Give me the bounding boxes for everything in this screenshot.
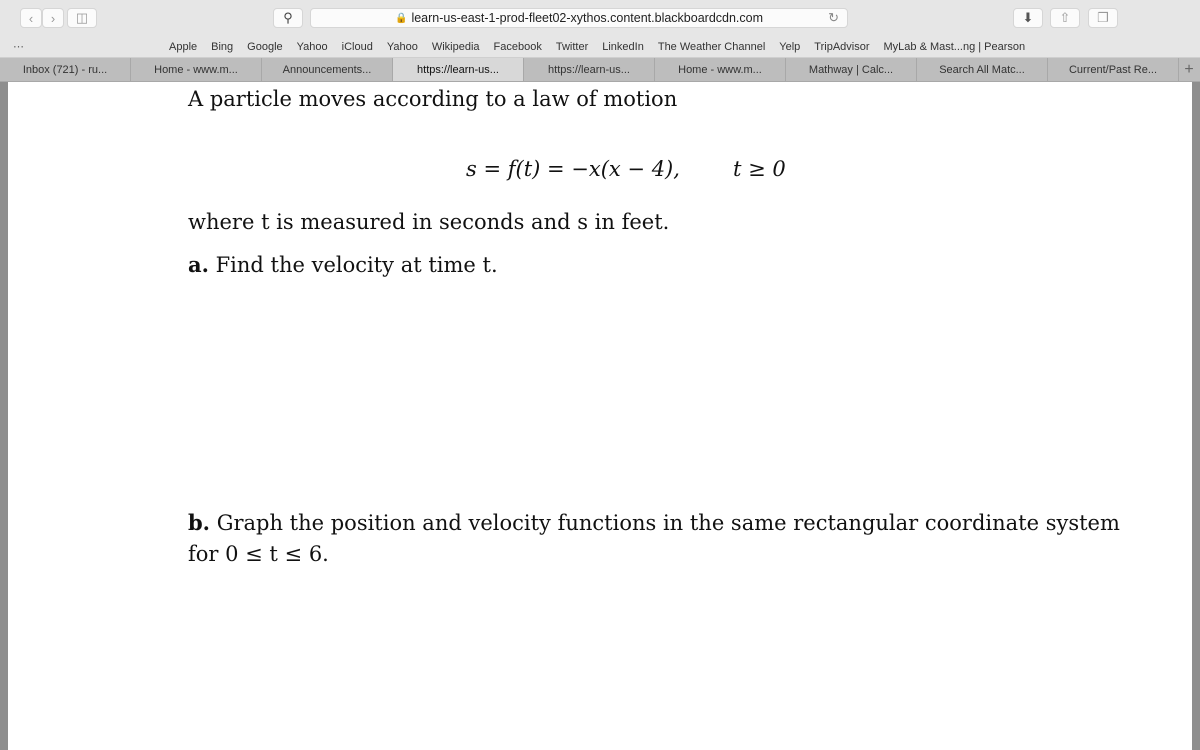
bookmark-item[interactable]: iCloud bbox=[342, 41, 373, 53]
browser-tab[interactable]: Inbox (721) - ru... bbox=[0, 58, 131, 81]
browser-tab[interactable]: Current/Past Re... bbox=[1048, 58, 1179, 81]
bookmark-item[interactable]: Yahoo bbox=[387, 41, 418, 53]
search-button[interactable]: ⚲ bbox=[273, 8, 303, 28]
sidebar-button[interactable]: ◫ bbox=[67, 8, 97, 28]
bookmark-item[interactable]: Bing bbox=[211, 41, 233, 53]
browser-tab[interactable]: Search All Matc... bbox=[917, 58, 1048, 81]
bookmark-item[interactable]: Facebook bbox=[494, 41, 542, 53]
download-icon: ⬇ bbox=[1022, 10, 1034, 25]
bookmark-item[interactable]: Apple bbox=[169, 41, 197, 53]
browser-toolbar: ‹ › ◫ ⚲ 🔒 learn-us-east-1-prod-fleet02-x… bbox=[0, 0, 1200, 36]
bookmark-item[interactable]: Google bbox=[247, 41, 282, 53]
browser-tab[interactable]: Home - www.m... bbox=[131, 58, 262, 81]
address-bar[interactable]: 🔒 learn-us-east-1-prod-fleet02-xythos.co… bbox=[310, 8, 848, 28]
browser-tab[interactable]: Mathway | Calc... bbox=[786, 58, 917, 81]
intro-text: A particle moves according to a law of m… bbox=[188, 87, 678, 111]
condition: t ≥ 0 bbox=[733, 157, 786, 181]
top-sites-icon[interactable]: ⋯ bbox=[13, 40, 24, 53]
sidebar-icon: ◫ bbox=[75, 10, 89, 25]
equation: s = f(t) = −x(x − 4), bbox=[466, 157, 680, 181]
bookmark-item[interactable]: Yelp bbox=[779, 41, 800, 53]
share-icon: ⇧ bbox=[1059, 10, 1071, 25]
forward-button[interactable]: › bbox=[42, 8, 64, 28]
units-text: where t is measured in seconds and s in … bbox=[188, 210, 670, 234]
downloads-button[interactable]: ⬇ bbox=[1013, 8, 1043, 28]
bookmark-item[interactable]: TripAdvisor bbox=[814, 41, 869, 53]
browser-tab[interactable]: https://learn-us... bbox=[524, 58, 655, 81]
browser-tab[interactable]: https://learn-us... bbox=[393, 58, 524, 81]
tabs-icon: ❐ bbox=[1097, 10, 1109, 25]
part-a-text: Find the velocity at time t. bbox=[215, 253, 498, 277]
part-b-label: b. bbox=[188, 510, 210, 535]
part-b-continued: for 0 ≤ t ≤ 6. bbox=[188, 542, 329, 566]
part-b-text: Graph the position and velocity function… bbox=[216, 511, 1120, 535]
part-a: a. Find the velocity at time t. bbox=[188, 252, 498, 277]
bookmark-item[interactable]: Yahoo bbox=[297, 41, 328, 53]
browser-tab[interactable]: Announcements... bbox=[262, 58, 393, 81]
bookmark-item[interactable]: Twitter bbox=[556, 41, 588, 53]
tab-bar: Inbox (721) - ru... Home - www.m... Announ… bbox=[0, 58, 1200, 82]
bookmark-item[interactable]: MyLab & Mast...ng | Pearson bbox=[884, 41, 1026, 53]
url-text: learn-us-east-1-prod-fleet02-xythos.cont… bbox=[411, 11, 764, 25]
lock-icon: 🔒 bbox=[394, 12, 408, 24]
browser-tab[interactable]: Home - www.m... bbox=[655, 58, 786, 81]
share-button[interactable]: ⇧ bbox=[1050, 8, 1080, 28]
bookmark-item[interactable]: The Weather Channel bbox=[658, 41, 765, 53]
search-icon: ⚲ bbox=[283, 10, 293, 25]
bookmarks-bar: ⋯ Apple Bing Google Yahoo iCloud Yahoo Wikiped… bbox=[0, 36, 1200, 58]
part-b: b. Graph the position and velocity funct… bbox=[188, 510, 1120, 535]
bookmark-item[interactable]: Wikipedia bbox=[432, 41, 480, 53]
part-a-label: a. bbox=[188, 252, 209, 277]
reload-icon[interactable]: ↻ bbox=[828, 10, 839, 26]
tabs-overview-button[interactable]: ❐ bbox=[1088, 8, 1118, 28]
document-page: A particle moves according to a law of m… bbox=[8, 82, 1192, 750]
back-button[interactable]: ‹ bbox=[20, 8, 42, 28]
new-tab-button[interactable]: + bbox=[1179, 58, 1199, 81]
bookmark-item[interactable]: LinkedIn bbox=[602, 41, 644, 53]
